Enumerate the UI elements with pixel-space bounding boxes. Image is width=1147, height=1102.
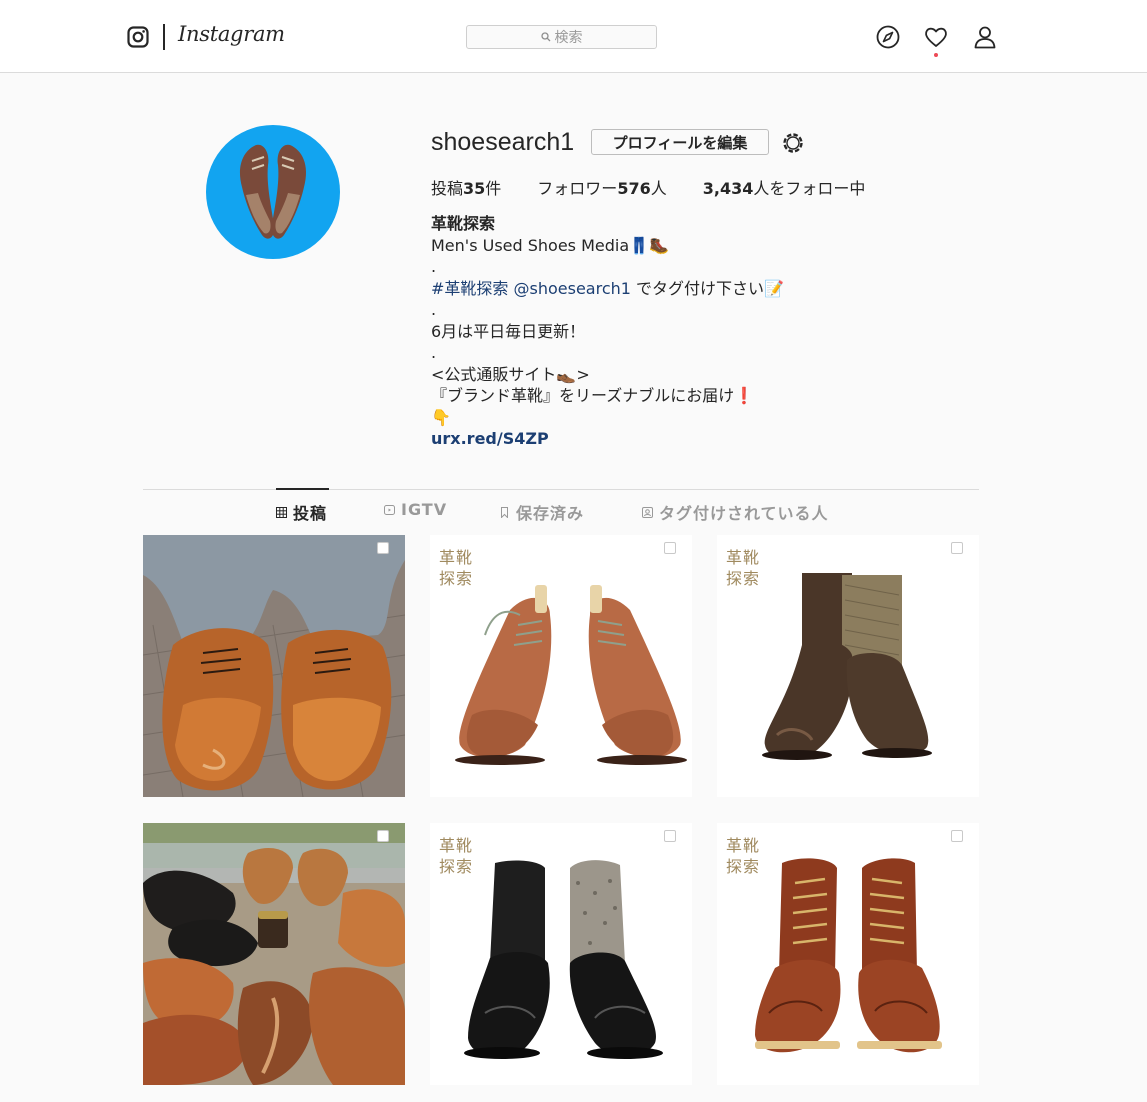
gear-icon[interactable] <box>780 130 806 156</box>
brand-wordmark[interactable]: Instagram <box>178 22 285 46</box>
followers-count-stat[interactable]: フォロワー576人 <box>537 175 666 199</box>
heart-icon[interactable] <box>923 24 949 50</box>
following-count-stat[interactable]: 3,434人をフォロー中 <box>703 175 866 199</box>
post-select-checkbox[interactable] <box>377 830 389 842</box>
profile-username: shoesearch1 <box>431 128 575 156</box>
following-stat-value: 3,434 <box>702 179 754 198</box>
tab-tagged[interactable]: タグ付けされている人 <box>642 500 829 524</box>
notification-dot <box>934 53 938 57</box>
bio-schedule: 6月は平日毎日更新！ <box>431 321 586 341</box>
bio-website-link[interactable]: urx.red/S4ZP <box>431 428 784 450</box>
search-placeholder: 検索 <box>554 30 583 46</box>
profile-bio: 革靴探索 Men's Used Shoes Media👖🥾 . #革靴探索 @s… <box>431 213 784 450</box>
posts-stat-value: 35 <box>463 179 486 198</box>
post-thumbnail[interactable]: 革靴 探索 <box>717 823 979 1085</box>
bio-tag-request-text: でタグ付け下さい📝 <box>630 278 784 298</box>
watermark-line: 探索 <box>439 569 474 588</box>
avatar-image <box>206 125 340 259</box>
watermark-line: 革靴 <box>726 548 761 567</box>
edit-profile-button[interactable]: プロフィールを編集 <box>591 129 769 155</box>
tab-igtv-label: IGTV <box>401 500 448 519</box>
post-photo-cap-toe-oxfords-on-feet <box>143 535 405 797</box>
compass-icon[interactable] <box>875 24 901 50</box>
post-select-checkbox[interactable] <box>377 542 389 554</box>
following-stat-label: 人をフォロー中 <box>753 179 866 198</box>
post-thumbnail[interactable] <box>143 535 405 797</box>
post-thumbnail[interactable]: 革靴 探索 <box>430 823 692 1085</box>
tab-posts-label: 投稿 <box>293 504 328 523</box>
bio-shop-title: <公式通販サイト👞> <box>431 364 590 384</box>
watermark-line: 探索 <box>439 857 474 876</box>
followers-stat-value: 576 <box>617 179 651 198</box>
watermark: 革靴 探索 <box>439 547 473 589</box>
grid-icon <box>276 506 287 518</box>
bio-separator: . <box>431 343 437 362</box>
watermark-line: 革靴 <box>439 836 474 855</box>
active-tab-indicator <box>276 488 329 490</box>
watermark: 革靴 探索 <box>439 835 473 877</box>
post-thumbnail[interactable]: 革靴 探索 <box>430 535 692 797</box>
posts-stat-label: 投稿 <box>431 179 464 198</box>
watermark-line: 探索 <box>726 569 761 588</box>
igtv-icon <box>384 505 395 515</box>
watermark-line: 革靴 <box>726 836 761 855</box>
tab-tagged-label: タグ付けされている人 <box>659 504 829 523</box>
bio-shop-description: 『ブランド革靴』をリーズナブルにお届け❗ <box>431 386 755 405</box>
bio-mention-link[interactable]: @shoesearch1 <box>514 279 631 298</box>
post-select-checkbox[interactable] <box>664 830 676 842</box>
search-input[interactable]: 検索 <box>466 25 657 49</box>
watermark-line: 革靴 <box>439 548 474 567</box>
followers-stat-suffix: 人 <box>650 179 667 198</box>
bio-tag-request: #革靴探索 @shoesearch1 でタグ付け下さい📝 <box>431 278 784 300</box>
brand-divider <box>163 24 165 50</box>
post-select-checkbox[interactable] <box>951 830 963 842</box>
post-select-checkbox[interactable] <box>664 542 676 554</box>
bio-hashtag-link[interactable]: #革靴探索 <box>431 279 508 298</box>
profile-avatar[interactable] <box>206 125 340 259</box>
bio-tagline: Men's Used Shoes Media👖🥾 <box>431 235 669 255</box>
tabs-divider <box>143 489 979 490</box>
followers-stat-label: フォロワー <box>537 179 618 198</box>
bio-separator: . <box>431 300 437 319</box>
search-icon <box>540 32 550 42</box>
posts-count-stat: 投稿35件 <box>431 175 501 199</box>
top-navigation-bar: Instagram 検索 <box>0 0 1147 73</box>
tagged-icon <box>642 506 653 518</box>
tab-saved-label: 保存済み <box>516 504 585 523</box>
instagram-logo-icon[interactable] <box>127 26 149 48</box>
post-thumbnail[interactable] <box>143 823 405 1085</box>
posts-stat-suffix: 件 <box>485 179 502 198</box>
bio-pointer: 👇 <box>431 407 451 427</box>
tab-igtv[interactable]: IGTV <box>384 500 447 519</box>
bio-display-name: 革靴探索 <box>431 214 496 233</box>
tab-saved[interactable]: 保存済み <box>499 500 584 524</box>
tab-posts[interactable]: 投稿 <box>276 500 327 524</box>
bio-separator: . <box>431 257 437 276</box>
watermark: 革靴 探索 <box>726 835 760 877</box>
profile-icon[interactable] <box>972 24 998 50</box>
watermark-line: 探索 <box>726 857 761 876</box>
profile-stats: 投稿35件 フォロワー576人 3,434人をフォロー中 <box>431 175 901 199</box>
post-photo-shoe-collection <box>143 823 405 1085</box>
post-select-checkbox[interactable] <box>951 542 963 554</box>
post-thumbnail[interactable]: 革靴 探索 <box>717 535 979 797</box>
bookmark-icon <box>501 506 508 518</box>
watermark: 革靴 探索 <box>726 547 760 589</box>
